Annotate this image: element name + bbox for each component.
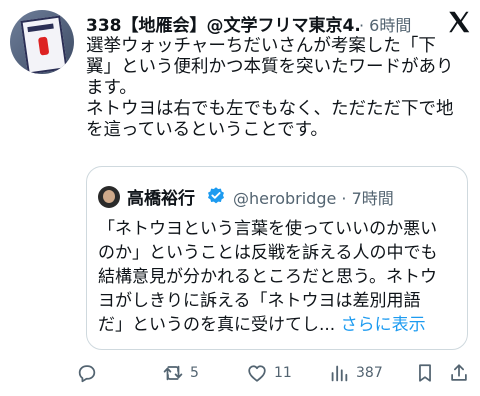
quoted-text-line: ヨがしきりに訴える「ネトウヨは差別用語 bbox=[98, 291, 421, 311]
bookmark-icon bbox=[419, 364, 431, 382]
quoted-text-line: 結構意見が分かれるところだと思う。ネトウ bbox=[98, 267, 437, 287]
quoted-author-name: 高橋裕行 bbox=[127, 189, 195, 209]
like-icon bbox=[248, 365, 266, 382]
post-text-line: 選挙ウォッチャーちだいさんが考案した「下 bbox=[86, 36, 436, 56]
verified-badge-icon bbox=[208, 187, 224, 204]
repost-button[interactable]: 5 bbox=[162, 359, 199, 387]
x-logo-icon[interactable] bbox=[446, 9, 472, 35]
quoted-tweet-card[interactable]: 高橋裕行 @herobridge · 7時間 「ネトウヨという言葉を使っていいの… bbox=[86, 166, 468, 350]
share-icon bbox=[451, 364, 467, 381]
quoted-text-line: のか」ということは反戦を訴える人の中でも bbox=[98, 243, 438, 263]
like-count: 11 bbox=[274, 365, 292, 381]
quoted-text-last: だ」というのを真に受けてし... bbox=[98, 315, 336, 335]
quoted-author-handle: @herobridge · 7時間 bbox=[233, 189, 394, 208]
post-text-line: を這っているということです。 bbox=[86, 120, 328, 140]
quoted-text-line: だ」というのを真に受けてし... さらに表示 bbox=[98, 313, 458, 337]
bookmark-button[interactable] bbox=[414, 359, 436, 387]
show-more-link[interactable]: さらに表示 bbox=[341, 315, 426, 335]
post-text-line: ネトウヨは右でも左でもなく、ただただ下で地 bbox=[86, 99, 454, 119]
views-count: 387 bbox=[356, 365, 383, 381]
author-name[interactable]: 338【地雁会】@文学フリマ東京4... bbox=[86, 11, 359, 36]
like-button[interactable]: 11 bbox=[246, 359, 292, 387]
post-text-line: ます。 bbox=[86, 78, 137, 98]
quoted-tweet-text: 「ネトウヨという言葉を使っていいのか悪い のか」ということは反戦を訴える人の中で… bbox=[98, 217, 458, 337]
post-text-line: 翼」という便利かつ本質を突いたワードがあり bbox=[86, 57, 454, 77]
reply-button[interactable] bbox=[76, 359, 104, 387]
views-icon bbox=[331, 365, 348, 382]
quoted-text-line: 「ネトウヨという言葉を使っていいのか悪い bbox=[98, 219, 438, 239]
reply-icon bbox=[78, 365, 96, 383]
tweet-header: 338【地雁会】@文学フリマ東京4... · 6時間 bbox=[86, 9, 480, 36]
repost-icon bbox=[163, 365, 183, 381]
repost-count: 5 bbox=[190, 365, 199, 381]
views-button[interactable]: 387 bbox=[328, 359, 383, 387]
post-timestamp[interactable]: · 6時間 bbox=[359, 12, 411, 36]
author-avatar[interactable] bbox=[10, 10, 74, 74]
quoted-author-avatar bbox=[98, 186, 120, 208]
share-button[interactable] bbox=[448, 359, 470, 387]
action-bar: 5 11 387 bbox=[76, 359, 476, 387]
post-text: 選挙ウォッチャーちだいさんが考案した「下 翼」という便利かつ本質を突いたワードが… bbox=[86, 36, 466, 141]
avatar-book-image bbox=[20, 15, 68, 74]
